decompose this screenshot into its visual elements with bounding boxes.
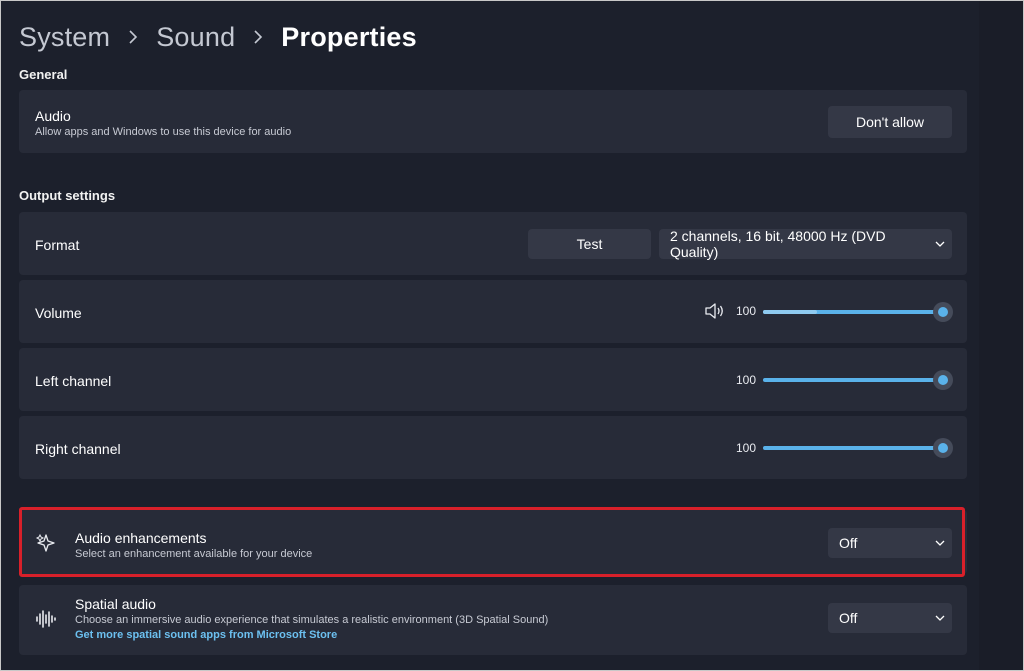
left-channel-slider-thumb[interactable] — [933, 370, 953, 390]
spatial-audio-title: Spatial audio — [75, 596, 156, 612]
volume-value: 100 — [736, 304, 757, 318]
dont-allow-button[interactable]: Don't allow — [828, 106, 952, 138]
volume-label: Volume — [35, 305, 82, 321]
chevron-right-icon — [253, 30, 263, 44]
left-channel-label: Left channel — [35, 373, 112, 389]
audio-subtitle: Allow apps and Windows to use this devic… — [35, 126, 292, 138]
format-card: Format Test 2 channels, 16 bit, 48000 Hz… — [19, 212, 967, 275]
right-channel-value: 100 — [736, 441, 757, 455]
spatial-audio-dropdown[interactable]: Off — [828, 603, 952, 633]
volume-slider-highlight — [763, 310, 817, 314]
format-dropdown-value: 2 channels, 16 bit, 48000 Hz (DVD Qualit… — [670, 228, 886, 260]
audio-title: Audio — [35, 108, 71, 124]
microsoft-store-link[interactable]: Get more spatial sound apps from Microso… — [75, 629, 337, 641]
test-button[interactable]: Test — [528, 229, 651, 259]
spatial-audio-value: Off — [839, 610, 858, 626]
spatial-audio-card: Spatial audio Choose an immersive audio … — [19, 585, 967, 655]
volume-slider-thumb[interactable] — [933, 302, 953, 322]
spatial-audio-subtitle: Choose an immersive audio experience tha… — [75, 614, 549, 626]
audio-enhancements-dropdown[interactable]: Off — [828, 528, 952, 558]
left-channel-slider-track[interactable] — [763, 378, 941, 382]
right-channel-card: Right channel 100 — [19, 416, 967, 479]
audio-enhancements-title: Audio enhancements — [75, 530, 207, 546]
section-title-output: Output settings — [19, 188, 116, 203]
sparkle-icon — [35, 532, 57, 554]
format-dropdown[interactable]: 2 channels, 16 bit, 48000 Hz (DVD Qualit… — [659, 228, 952, 260]
breadcrumb-properties: Properties — [281, 21, 417, 52]
audio-card: Audio Allow apps and Windows to use this… — [19, 90, 967, 153]
right-channel-slider-track[interactable] — [763, 446, 941, 450]
breadcrumb-sound[interactable]: Sound — [156, 22, 235, 53]
right-channel-label: Right channel — [35, 441, 121, 457]
scroll-area — [979, 1, 1023, 670]
audio-enhancements-value: Off — [839, 535, 858, 551]
breadcrumb: System Sound Properties — [19, 17, 417, 57]
speaker-icon[interactable] — [705, 302, 725, 320]
waveform-icon — [35, 609, 57, 629]
section-title-general: General — [19, 67, 68, 82]
left-channel-card: Left channel 100 — [19, 348, 967, 411]
settings-window: System Sound Properties General Audio Al… — [0, 0, 1024, 671]
chevron-down-icon — [928, 615, 952, 621]
audio-enhancements-card: Audio enhancements Select an enhancement… — [19, 510, 967, 574]
right-channel-slider-thumb[interactable] — [933, 438, 953, 458]
audio-enhancements-subtitle: Select an enhancement available for your… — [75, 548, 313, 560]
chevron-down-icon — [928, 540, 952, 546]
chevron-right-icon — [128, 30, 138, 44]
left-channel-value: 100 — [736, 373, 757, 387]
volume-card: Volume 100 — [19, 280, 967, 343]
breadcrumb-system[interactable]: System — [19, 22, 110, 53]
chevron-down-icon — [928, 241, 952, 247]
format-label: Format — [35, 237, 80, 253]
